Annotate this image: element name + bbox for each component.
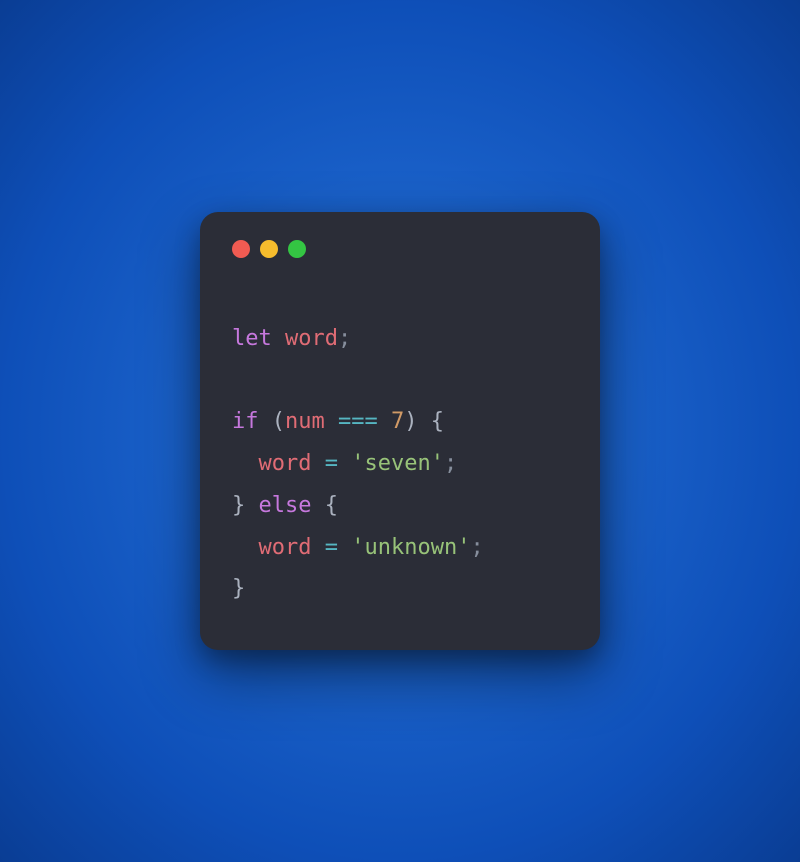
string-literal: 'unknown' xyxy=(351,535,470,560)
semicolon: ; xyxy=(338,326,351,351)
identifier: num xyxy=(285,409,325,434)
code-editor[interactable]: let word; if (num === 7) { word = 'seven… xyxy=(232,318,568,611)
close-icon[interactable] xyxy=(232,240,250,258)
rparen: ) xyxy=(404,409,417,434)
rbrace: } xyxy=(232,493,245,518)
code-line: word = 'seven'; xyxy=(232,451,457,476)
traffic-lights xyxy=(232,240,568,258)
operator-equals: === xyxy=(338,409,378,434)
string-literal: 'seven' xyxy=(351,451,444,476)
identifier: word xyxy=(259,535,312,560)
identifier: word xyxy=(259,451,312,476)
rbrace: } xyxy=(232,576,245,601)
lbrace: { xyxy=(431,409,444,434)
number-literal: 7 xyxy=(391,409,404,434)
maximize-icon[interactable] xyxy=(288,240,306,258)
keyword-else: else xyxy=(259,493,312,518)
keyword-let: let xyxy=(232,326,272,351)
code-line: let word; xyxy=(232,326,351,351)
minimize-icon[interactable] xyxy=(260,240,278,258)
semicolon: ; xyxy=(470,535,483,560)
code-line: if (num === 7) { xyxy=(232,409,444,434)
lbrace: { xyxy=(325,493,338,518)
identifier: word xyxy=(285,326,338,351)
keyword-if: if xyxy=(232,409,259,434)
code-window: let word; if (num === 7) { word = 'seven… xyxy=(200,212,600,651)
code-line: } else { xyxy=(232,493,338,518)
code-line: } xyxy=(232,576,245,601)
operator-assign: = xyxy=(325,535,338,560)
lparen: ( xyxy=(272,409,285,434)
code-line: word = 'unknown'; xyxy=(232,535,484,560)
semicolon: ; xyxy=(444,451,457,476)
operator-assign: = xyxy=(325,451,338,476)
